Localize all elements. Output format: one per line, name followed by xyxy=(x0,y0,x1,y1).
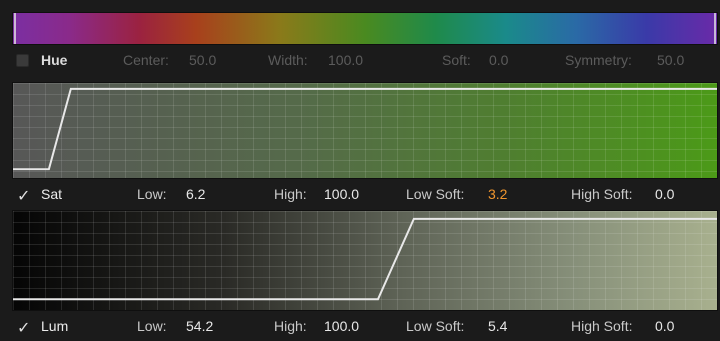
saturation-curve-graph[interactable] xyxy=(12,82,718,179)
saturation-curve xyxy=(13,87,717,171)
lum-low-value[interactable]: 54.2 xyxy=(186,318,213,334)
lum-high-value[interactable]: 100.0 xyxy=(324,318,359,334)
sat-low-label: Low: xyxy=(137,186,167,202)
sat-low-soft-value[interactable]: 3.2 xyxy=(488,186,507,202)
lum-high-soft-value[interactable]: 0.0 xyxy=(655,318,674,334)
sat-label: Sat xyxy=(41,186,63,202)
sat-checkmark-icon[interactable]: ✓ xyxy=(17,186,30,206)
lum-low-label: Low: xyxy=(137,318,167,334)
sat-high-label: High: xyxy=(274,186,307,202)
lum-high-label: High: xyxy=(274,318,307,334)
hue-center-label: Center: xyxy=(123,52,169,68)
lum-low-soft-value[interactable]: 5.4 xyxy=(488,318,507,334)
luminance-curve-graph[interactable] xyxy=(12,210,718,311)
hue-soft-value[interactable]: 0.0 xyxy=(489,52,508,68)
sat-low-value[interactable]: 6.2 xyxy=(186,186,205,202)
lum-controls-row: ✓ Lum Low: 54.2 High: 100.0 Low Soft: 5.… xyxy=(0,312,720,340)
sat-high-value[interactable]: 100.0 xyxy=(324,186,359,202)
hue-soft-label: Soft: xyxy=(442,52,471,68)
sat-controls-row: ✓ Sat Low: 6.2 High: 100.0 Low Soft: 3.2… xyxy=(0,180,720,208)
hue-symmetry-label: Symmetry: xyxy=(565,52,632,68)
lum-label: Lum xyxy=(41,318,69,334)
hue-spectrum-graph[interactable] xyxy=(12,12,718,45)
lum-checkmark-icon[interactable]: ✓ xyxy=(17,318,30,338)
hue-width-label: Width: xyxy=(268,52,308,68)
sat-high-soft-value[interactable]: 0.0 xyxy=(655,186,674,202)
hue-controls-row: Hue Center: 50.0 Width: 100.0 Soft: 0.0 … xyxy=(0,46,720,74)
sat-low-soft-label: Low Soft: xyxy=(406,186,465,202)
hue-center-value[interactable]: 50.0 xyxy=(189,52,216,68)
hue-symmetry-value[interactable]: 50.0 xyxy=(657,52,684,68)
hue-width-value[interactable]: 100.0 xyxy=(328,52,363,68)
lum-high-soft-label: High Soft: xyxy=(571,318,633,334)
lum-low-soft-label: Low Soft: xyxy=(406,318,465,334)
hue-checkbox[interactable] xyxy=(16,54,29,67)
luminance-curve xyxy=(13,217,717,301)
hue-label: Hue xyxy=(41,52,68,68)
sat-high-soft-label: High Soft: xyxy=(571,186,633,202)
